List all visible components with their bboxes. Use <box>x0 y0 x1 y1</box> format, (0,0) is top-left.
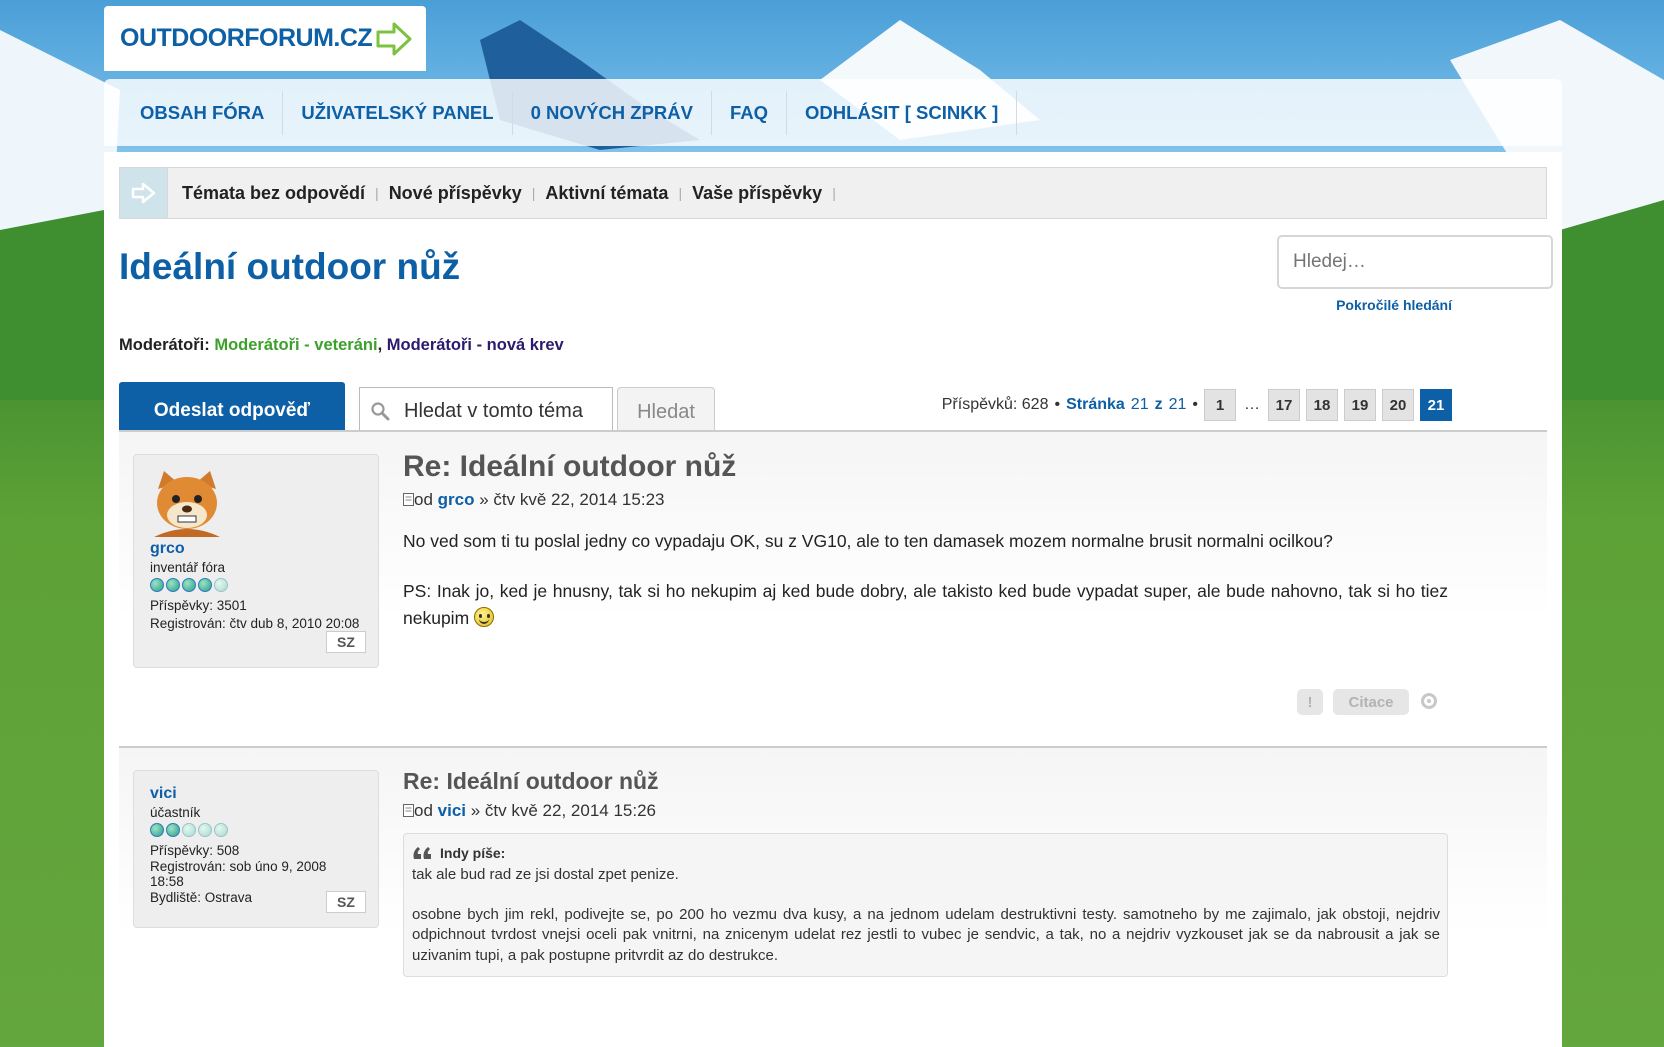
rank-dot <box>166 578 180 592</box>
bullet: • <box>1054 396 1061 413</box>
post-body: Re: Ideální outdoor nůž od vici » čtv kv… <box>403 768 1448 977</box>
page-label: Stránka <box>1066 396 1125 413</box>
post-title[interactable]: Re: Ideální outdoor nůž <box>403 450 1448 484</box>
post-author-link[interactable]: vici <box>438 801 466 820</box>
nav-item-faq[interactable]: FAQ <box>712 90 788 135</box>
post: grco inventář fóra Příspěvky: 3501 Regis… <box>119 432 1547 744</box>
current-page: 21 <box>1130 396 1149 413</box>
quick-link-active-topics[interactable]: Aktivní témata <box>535 183 678 204</box>
user-rank: inventář fóra <box>150 560 226 575</box>
username[interactable]: grco <box>150 540 362 558</box>
post-meta-prefix: od <box>414 490 433 509</box>
rank-dot <box>150 578 164 592</box>
page-button-18[interactable]: 18 <box>1306 389 1338 421</box>
main-navigation: OBSAH FÓRA UŽIVATELSKÝ PANEL 0 NOVÝCH ZP… <box>104 79 1562 146</box>
topic-search-placeholder: Hledat v tomto téma <box>404 399 583 422</box>
rank-dot <box>214 823 228 837</box>
post-meta: od vici » čtv kvě 22, 2014 15:26 <box>403 801 1448 821</box>
quote-paragraph: osobne bych jim rekl, podivejte se, po 2… <box>412 906 1440 964</box>
quote-author: Indy píše: <box>440 845 506 861</box>
post-title[interactable]: Re: Ideální outdoor nůž <box>403 768 1448 795</box>
post-paragraph: No ved som ti tu poslal jedny co vypadaj… <box>403 531 1333 551</box>
post-content: No ved som ti tu poslal jedny co vypadaj… <box>403 528 1448 632</box>
topic-search-input[interactable]: Hledat v tomto téma <box>359 387 613 435</box>
rank-dot <box>166 823 180 837</box>
rank-dot <box>182 823 196 837</box>
page-button-20[interactable]: 20 <box>1382 389 1414 421</box>
quick-links-bar: Témata bez odpovědí | Nové příspěvky | A… <box>119 167 1547 219</box>
rank-dots-icon <box>150 823 362 837</box>
post-date: » čtv kvě 22, 2014 15:26 <box>470 801 656 820</box>
avatar[interactable] <box>150 469 224 537</box>
quote-button[interactable]: Citace <box>1333 689 1409 715</box>
page-of: z <box>1154 396 1163 413</box>
quote-cite: Indy píše: <box>412 844 1440 863</box>
main-content: Témata bez odpovědí | Nové příspěvky | A… <box>104 152 1562 1047</box>
quick-link-unanswered[interactable]: Témata bez odpovědí <box>172 183 375 204</box>
post-author-link[interactable]: grco <box>438 490 475 509</box>
rank-dots-icon <box>150 578 362 592</box>
arrow-right-icon <box>376 22 412 55</box>
moderator-group-veterans[interactable]: Moderátoři - veteráni <box>214 336 377 354</box>
post-meta: od grco » čtv kvě 22, 2014 15:23 <box>403 490 1448 510</box>
post-date: » čtv kvě 22, 2014 15:23 <box>479 490 665 509</box>
quote-block: Indy píše: tak ale bud rad ze jsi dostal… <box>403 833 1448 977</box>
rank-dot <box>182 578 196 592</box>
page-title[interactable]: Ideální outdoor nůž <box>119 246 460 288</box>
search-input[interactable] <box>1277 235 1553 289</box>
pagination-ellipsis: … <box>1244 396 1260 413</box>
page-button-1[interactable]: 1 <box>1204 389 1236 421</box>
report-button[interactable]: ! <box>1297 689 1323 715</box>
gear-icon[interactable] <box>1420 692 1438 710</box>
arrow-right-icon <box>131 182 155 204</box>
private-message-button[interactable]: SZ <box>326 631 366 653</box>
smiley-icon <box>474 607 495 628</box>
quick-link-new-posts[interactable]: Nové příspěvky <box>379 183 532 204</box>
user-rank: účastník <box>150 805 201 820</box>
bullet: • <box>1192 396 1198 413</box>
page-button-19[interactable]: 19 <box>1344 389 1376 421</box>
total-pages: 21 <box>1168 396 1187 413</box>
user-profile: vici účastník Příspěvky: 508 Registrován… <box>133 770 379 928</box>
post-icon[interactable] <box>403 493 414 506</box>
user-post-count: Příspěvky: 508 <box>150 843 240 858</box>
page-button-21[interactable]: 21 <box>1420 389 1452 421</box>
quick-link-your-posts[interactable]: Vaše příspěvky <box>682 183 832 204</box>
username[interactable]: vici <box>150 785 362 803</box>
moderators-line: Moderátoři: Moderátoři - veteráni, Moder… <box>119 336 564 355</box>
user-profile: grco inventář fóra Příspěvky: 3501 Regis… <box>133 454 379 668</box>
quick-links-icon <box>120 168 168 218</box>
nav-item-forum-index[interactable]: OBSAH FÓRA <box>122 90 284 135</box>
site-logo[interactable]: OUTDOORFORUM.CZ <box>104 6 426 71</box>
moderators-label: Moderátoři: <box>119 336 210 354</box>
post-paragraph: PS: Inak jo, ked je hnusny, tak si ho ne… <box>403 578 1448 632</box>
search-icon <box>371 402 390 421</box>
nav-item-logout[interactable]: ODHLÁSIT [ SCINKK ] <box>787 90 1018 135</box>
user-registered: Registrován: čtv dub 8, 2010 20:08 <box>150 616 360 631</box>
page-button-17[interactable]: 17 <box>1268 389 1300 421</box>
nav-item-new-messages[interactable]: 0 NOVÝCH ZPRÁV <box>513 90 712 135</box>
separator: | <box>832 185 836 201</box>
moderators-separator: , <box>377 336 383 354</box>
post-meta-prefix: od <box>414 801 433 820</box>
user-registered: Registrován: sob úno 9, 2008 18:58 <box>150 859 327 889</box>
post-body: Re: Ideální outdoor nůž od grco » čtv kv… <box>403 450 1448 632</box>
post-paragraph-text: PS: Inak jo, ked je hnusny, tak si ho ne… <box>403 581 1448 629</box>
private-message-button[interactable]: SZ <box>326 891 366 913</box>
quote-mark-icon <box>413 847 431 860</box>
user-post-count: Příspěvky: 3501 <box>150 598 247 613</box>
rank-dot <box>198 823 212 837</box>
quote-paragraph: tak ale bud rad ze jsi dostal zpet peniz… <box>412 865 679 883</box>
rank-dot <box>214 578 228 592</box>
rank-dot <box>198 578 212 592</box>
post-count: Příspěvků: 628 <box>941 396 1049 413</box>
advanced-search-link[interactable]: Pokročilé hledání <box>1336 297 1452 313</box>
moderator-group-new[interactable]: Moderátoři - nová krev <box>387 336 564 354</box>
logo-text: OUTDOORFORUM.CZ <box>120 24 373 52</box>
nav-item-user-panel[interactable]: UŽIVATELSKÝ PANEL <box>283 90 513 135</box>
rank-dot <box>150 823 164 837</box>
post-icon[interactable] <box>403 804 414 817</box>
pagination: Příspěvků: 628 • Stránka 21 z 21 • 1 … 1… <box>942 389 1452 421</box>
post: vici účastník Příspěvky: 508 Registrován… <box>119 748 1547 1047</box>
